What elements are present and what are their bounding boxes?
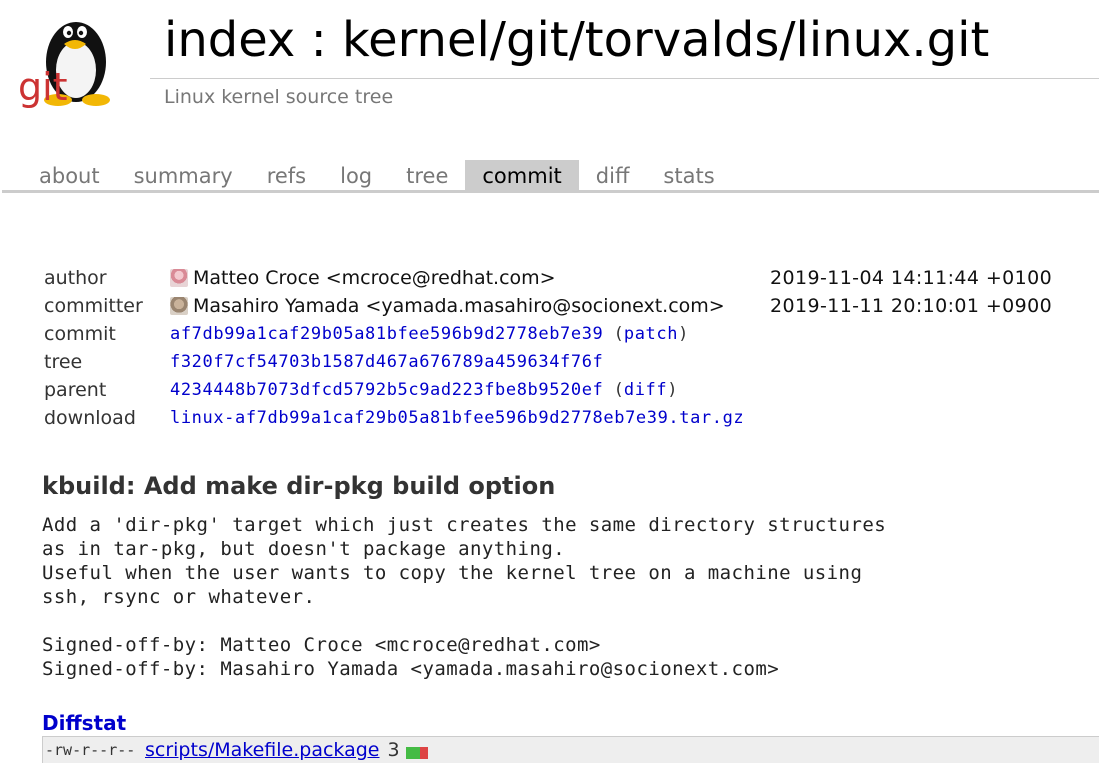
diffstat-change-count: 3 <box>387 739 400 761</box>
tab-diff[interactable]: diff <box>579 160 647 192</box>
committer-label: committer <box>44 295 143 317</box>
repo-description: Linux kernel source tree <box>164 86 394 108</box>
diffstat-heading-link[interactable]: Diffstat <box>42 711 126 735</box>
committer-date: 2019-11-11 20:10:01 +0900 <box>770 295 1053 317</box>
patch-link[interactable]: patch <box>624 320 678 348</box>
download-tarball-link[interactable]: linux-af7db99a1caf29b05a81bfee596b9d2778… <box>170 404 744 432</box>
download-value: linux-af7db99a1caf29b05a81bfee596b9d2778… <box>170 404 744 432</box>
committer-name: Masahiro Yamada <yamada.masahiro@socione… <box>193 295 725 317</box>
tree-label: tree <box>44 351 83 373</box>
tab-summary[interactable]: summary <box>117 160 250 192</box>
parent-diff-link[interactable]: diff <box>624 376 667 404</box>
download-label: download <box>44 407 136 429</box>
diffstat-added-bar <box>405 747 420 759</box>
tab-about[interactable]: about <box>22 160 117 192</box>
author-label: author <box>44 267 107 289</box>
author-avatar <box>170 269 188 287</box>
diffstat-file-link[interactable]: scripts/Makefile.package <box>145 737 380 763</box>
commit-label: commit <box>44 323 116 345</box>
tab-bar: about summary refs log tree commit diff … <box>22 160 732 192</box>
diffstat-table: -rw-r--r-- scripts/Makefile.package 3 <box>42 736 1099 763</box>
tree-hash-link[interactable]: f320f7cf54703b1587d467a676789a459634f76f <box>170 348 603 376</box>
parent-value: 4234448b7073dfcd5792b5c9ad223fbe8b9520ef… <box>170 376 677 404</box>
author-value: Matteo Croce <mcroce@redhat.com> <box>170 264 556 292</box>
author-name: Matteo Croce <mcroce@redhat.com> <box>193 267 556 289</box>
page-title: index : kernel/git/torvalds/linux.git <box>164 12 990 68</box>
commit-message-body: Add a 'dir-pkg' target which just create… <box>42 514 887 680</box>
tabs-divider <box>2 190 1099 193</box>
tab-commit[interactable]: commit <box>465 160 579 192</box>
diffstat-graph <box>405 747 428 759</box>
committer-value: Masahiro Yamada <yamada.masahiro@socione… <box>170 292 725 320</box>
tree-value: f320f7cf54703b1587d467a676789a459634f76f <box>170 348 603 376</box>
svg-text:git: git <box>18 65 68 108</box>
diffstat-removed-bar <box>419 747 428 759</box>
tab-tree[interactable]: tree <box>389 160 465 192</box>
author-date: 2019-11-04 14:11:44 +0100 <box>770 267 1053 289</box>
tab-log[interactable]: log <box>323 160 389 192</box>
parent-hash-link[interactable]: 4234448b7073dfcd5792b5c9ad223fbe8b9520ef <box>170 376 603 404</box>
file-mode: -rw-r--r-- <box>45 741 136 759</box>
commit-value: af7db99a1caf29b05a81bfee596b9d2778eb7e39… <box>170 320 688 348</box>
commit-subject: kbuild: Add make dir-pkg build option <box>42 472 556 500</box>
header-divider <box>150 78 1099 79</box>
committer-avatar <box>170 297 188 315</box>
commit-hash-link[interactable]: af7db99a1caf29b05a81bfee596b9d2778eb7e39 <box>170 320 603 348</box>
parent-label: parent <box>44 379 107 401</box>
tab-refs[interactable]: refs <box>250 160 323 192</box>
git-tux-logo[interactable]: git <box>18 4 130 109</box>
tab-stats[interactable]: stats <box>646 160 731 192</box>
